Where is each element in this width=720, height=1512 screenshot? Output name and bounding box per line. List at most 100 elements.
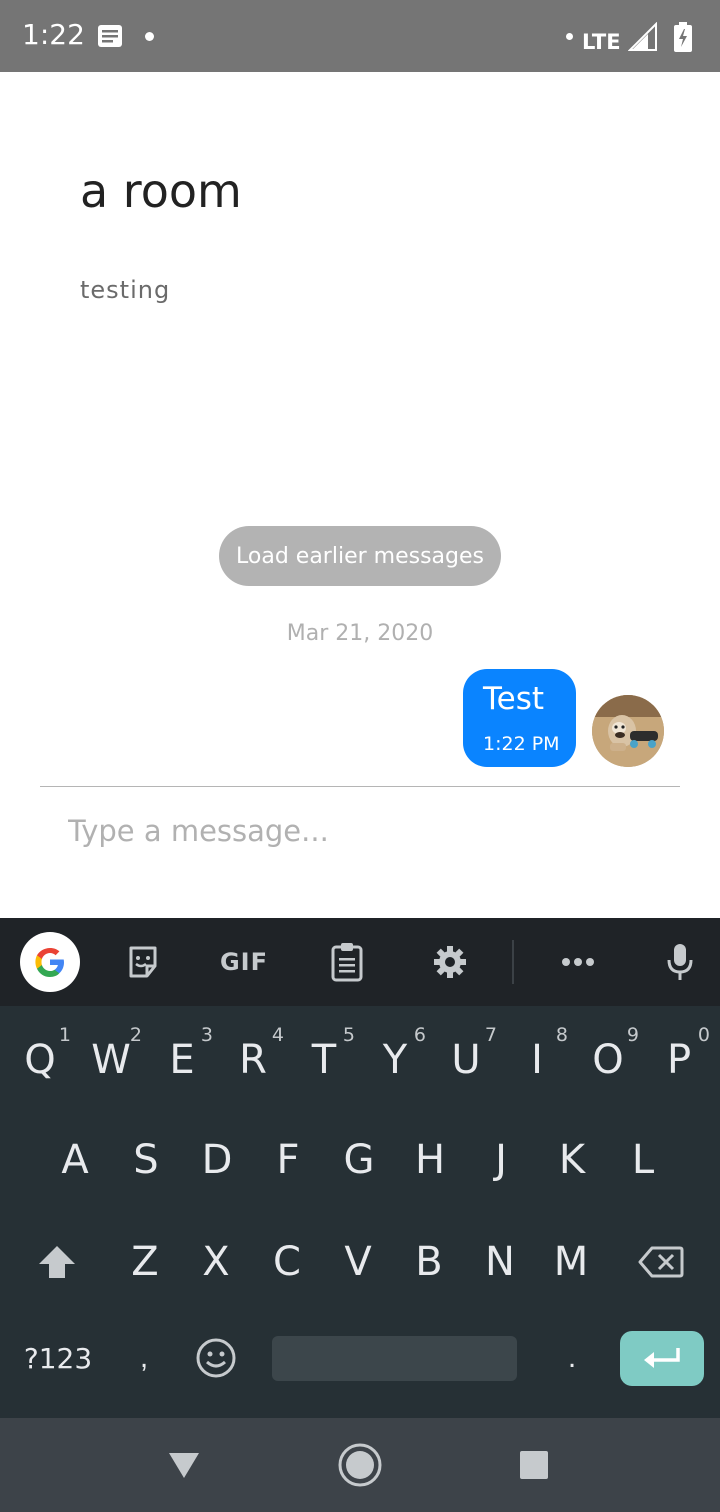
back-icon[interactable] bbox=[159, 1440, 209, 1490]
key-label: A bbox=[61, 1137, 89, 1183]
key-w[interactable]: W2 bbox=[76, 1020, 146, 1100]
key-label: U bbox=[451, 1037, 481, 1083]
key-hint: 2 bbox=[129, 1024, 142, 1046]
key-hint: 8 bbox=[555, 1024, 568, 1046]
key-v[interactable]: V bbox=[323, 1222, 393, 1302]
key-label: M bbox=[553, 1239, 589, 1285]
key-j[interactable]: J bbox=[466, 1120, 536, 1200]
clipboard-icon[interactable] bbox=[321, 936, 373, 988]
key-n[interactable]: N bbox=[465, 1222, 535, 1302]
navigation-bar bbox=[0, 1418, 720, 1512]
key-label: X bbox=[202, 1239, 230, 1285]
key-label: R bbox=[239, 1037, 267, 1083]
key-l[interactable]: L bbox=[608, 1120, 678, 1200]
comma-key[interactable]: , bbox=[124, 1328, 164, 1388]
key-i[interactable]: I8 bbox=[502, 1020, 572, 1100]
period-key[interactable]: . bbox=[552, 1328, 592, 1388]
recents-icon[interactable] bbox=[509, 1440, 559, 1490]
key-m[interactable]: M bbox=[536, 1222, 606, 1302]
key-label: J bbox=[495, 1137, 507, 1183]
key-label: T bbox=[311, 1037, 337, 1083]
key-label: D bbox=[201, 1137, 233, 1183]
notification-dot-icon bbox=[145, 32, 154, 41]
network-type-label: LTE bbox=[582, 30, 621, 54]
key-s[interactable]: S bbox=[111, 1120, 181, 1200]
key-label: Z bbox=[131, 1239, 159, 1285]
composer-divider bbox=[40, 786, 680, 787]
key-x[interactable]: X bbox=[181, 1222, 251, 1302]
key-label: Y bbox=[382, 1037, 408, 1083]
emoji-key[interactable] bbox=[188, 1328, 244, 1388]
shift-key[interactable] bbox=[22, 1222, 92, 1302]
gif-icon[interactable]: GIF bbox=[214, 936, 274, 988]
key-r[interactable]: R4 bbox=[218, 1020, 288, 1100]
key-label: B bbox=[415, 1239, 443, 1285]
backspace-icon bbox=[638, 1246, 684, 1278]
signal-icon bbox=[628, 22, 657, 51]
avatar[interactable] bbox=[592, 695, 664, 767]
status-time: 1:22 bbox=[22, 18, 85, 51]
key-label: S bbox=[133, 1137, 159, 1183]
key-p[interactable]: P0 bbox=[644, 1020, 714, 1100]
key-q[interactable]: Q1 bbox=[5, 1020, 75, 1100]
key-label: E bbox=[169, 1037, 195, 1083]
key-label: N bbox=[485, 1239, 515, 1285]
home-icon[interactable] bbox=[335, 1440, 385, 1490]
enter-icon bbox=[644, 1347, 680, 1368]
space-key[interactable] bbox=[272, 1336, 517, 1381]
key-h[interactable]: H bbox=[395, 1120, 465, 1200]
key-label: H bbox=[414, 1137, 446, 1183]
key-e[interactable]: E3 bbox=[147, 1020, 217, 1100]
symbols-key[interactable]: ?123 bbox=[10, 1328, 106, 1388]
message-icon bbox=[98, 25, 122, 47]
key-hint: 4 bbox=[271, 1024, 284, 1046]
key-a[interactable]: A bbox=[40, 1120, 110, 1200]
settings-icon[interactable] bbox=[424, 936, 476, 988]
data-activity-dot-icon bbox=[566, 33, 573, 40]
message-bubble[interactable]: Test 1:22 PM bbox=[463, 669, 576, 767]
battery-charging-icon bbox=[674, 22, 692, 52]
google-icon[interactable] bbox=[20, 932, 80, 992]
key-f[interactable]: F bbox=[253, 1120, 323, 1200]
message-time: 1:22 PM bbox=[483, 733, 560, 755]
gif-label: GIF bbox=[219, 948, 269, 976]
key-label: C bbox=[273, 1239, 301, 1285]
emoji-icon bbox=[196, 1338, 236, 1378]
key-hint: 5 bbox=[342, 1024, 355, 1046]
shift-icon bbox=[39, 1246, 75, 1278]
key-u[interactable]: U7 bbox=[431, 1020, 501, 1100]
message-input[interactable] bbox=[52, 802, 672, 860]
key-d[interactable]: D bbox=[182, 1120, 252, 1200]
key-label: O bbox=[592, 1037, 624, 1083]
microphone-icon[interactable] bbox=[654, 936, 706, 988]
key-label: F bbox=[276, 1137, 300, 1183]
key-label: L bbox=[631, 1137, 655, 1183]
key-hint: 7 bbox=[484, 1024, 497, 1046]
more-icon[interactable] bbox=[552, 936, 604, 988]
room-title: a room bbox=[80, 164, 242, 218]
key-label: V bbox=[344, 1239, 372, 1285]
key-hint: 0 bbox=[697, 1024, 710, 1046]
key-t[interactable]: T5 bbox=[289, 1020, 359, 1100]
key-hint: 3 bbox=[200, 1024, 213, 1046]
key-c[interactable]: C bbox=[252, 1222, 322, 1302]
key-hint: 1 bbox=[58, 1024, 71, 1046]
key-label: P bbox=[666, 1037, 692, 1083]
sticker-icon[interactable] bbox=[117, 936, 169, 988]
load-earlier-button[interactable]: Load earlier messages bbox=[219, 526, 501, 586]
key-g[interactable]: G bbox=[324, 1120, 394, 1200]
room-subtitle: testing bbox=[80, 276, 171, 304]
backspace-key[interactable] bbox=[626, 1222, 696, 1302]
day-separator: Mar 21, 2020 bbox=[286, 621, 434, 646]
key-z[interactable]: Z bbox=[110, 1222, 180, 1302]
key-b[interactable]: B bbox=[394, 1222, 464, 1302]
key-k[interactable]: K bbox=[537, 1120, 607, 1200]
enter-key[interactable] bbox=[620, 1331, 704, 1386]
keyboard-toolbar: GIF bbox=[0, 918, 720, 1006]
key-label: K bbox=[558, 1137, 586, 1183]
key-y[interactable]: Y6 bbox=[360, 1020, 430, 1100]
key-label: W bbox=[91, 1037, 131, 1083]
key-label: I bbox=[531, 1037, 543, 1083]
key-o[interactable]: O9 bbox=[573, 1020, 643, 1100]
key-label: G bbox=[343, 1137, 375, 1183]
